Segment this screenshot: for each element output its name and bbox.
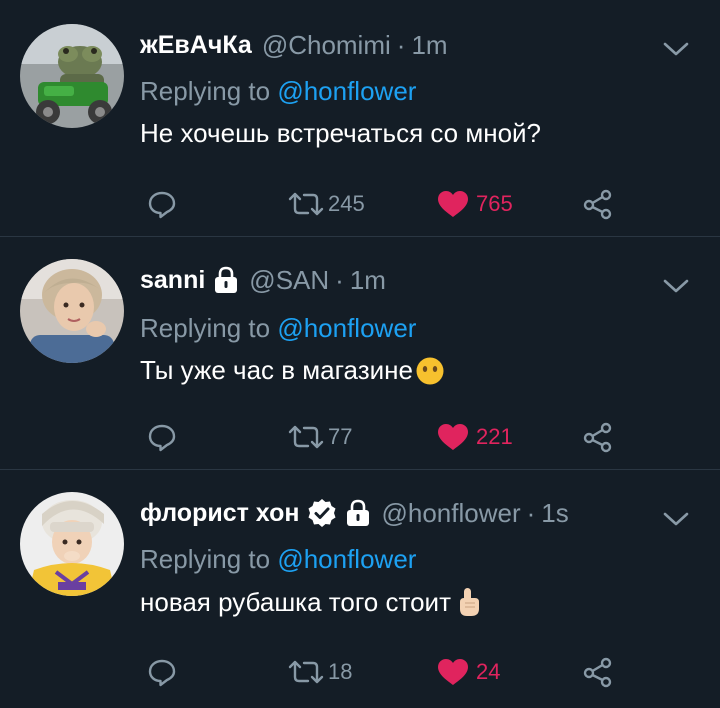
replying-to-label: Replying to (140, 76, 271, 106)
tweet-actions: 245 765 (140, 186, 620, 222)
replying-to-label: Replying to (140, 313, 271, 343)
separator: · (396, 29, 406, 60)
reply-icon (148, 424, 176, 452)
mention-link[interactable]: @honflower (277, 544, 416, 574)
timestamp[interactable]: 1m (350, 265, 386, 296)
lock-icon (345, 499, 371, 527)
verified-badge-icon (307, 498, 337, 528)
retweet-count: 245 (328, 191, 365, 216)
retweet-button[interactable]: 77 (286, 419, 352, 455)
lock-icon (213, 266, 239, 294)
mention-link[interactable]: @honflower (277, 76, 416, 106)
avatar[interactable] (20, 259, 124, 363)
avatar[interactable] (20, 24, 124, 128)
separator: · (526, 497, 536, 528)
reply-button[interactable] (146, 186, 178, 222)
timestamp[interactable]: 1s (541, 498, 568, 529)
index-pointing-up-icon (459, 588, 479, 616)
tweet-text-content: новая рубашка того стоит (140, 586, 451, 617)
replying-to: Replying to @honflower (140, 76, 416, 107)
tweet-header: sanni @SAN · 1m (140, 263, 386, 297)
display-name[interactable]: жЕвАчКа (140, 31, 252, 60)
heart-icon (438, 191, 468, 217)
like-count: 765 (476, 191, 513, 216)
retweet-button[interactable]: 245 (286, 186, 365, 222)
tweet-header: флорист хон @honflower · 1s (140, 496, 569, 530)
handle[interactable]: @Chomimi (262, 30, 391, 61)
tweet[interactable]: жЕвАчКа @Chomimi · 1m Replying to @honfl… (0, 0, 720, 236)
reply-button[interactable] (146, 419, 178, 455)
share-button[interactable] (582, 654, 614, 690)
share-button[interactable] (582, 419, 614, 455)
reply-button[interactable] (146, 654, 178, 690)
share-icon (583, 422, 612, 453)
mention-link[interactable]: @honflower (277, 313, 416, 343)
tweet-text: Не хочешь встречаться со мной? (140, 118, 541, 149)
chevron-down-icon[interactable] (662, 510, 690, 528)
retweet-count: 77 (328, 424, 353, 449)
replying-to: Replying to @honflower (140, 544, 416, 575)
reply-icon (148, 659, 176, 687)
separator: · (335, 264, 344, 295)
avatar[interactable] (20, 492, 124, 596)
retweet-icon (288, 425, 324, 449)
heart-icon (438, 659, 468, 685)
like-count: 24 (476, 659, 501, 684)
display-name[interactable]: sanni (140, 266, 205, 295)
chevron-down-icon[interactable] (662, 277, 690, 295)
replying-to-label: Replying to (140, 544, 271, 574)
heart-icon (438, 424, 468, 450)
share-icon (583, 189, 612, 220)
tweet-text-content: Ты уже час в магазине (140, 355, 413, 385)
handle[interactable]: @honflower (381, 498, 520, 529)
tweet-text: Ты уже час в магазине (140, 355, 445, 386)
tweet[interactable]: sanni @SAN · 1m Replying to @honflower Т… (0, 237, 720, 469)
replying-to: Replying to @honflower (140, 313, 416, 344)
display-name[interactable]: флорист хон (140, 499, 299, 528)
timestamp[interactable]: 1m (411, 30, 447, 61)
face-without-mouth-icon (416, 357, 444, 384)
tweet-actions: 77 221 (140, 419, 620, 455)
handle[interactable]: @SAN (249, 265, 329, 296)
reply-thread: жЕвАчКа @Chomimi · 1m Replying to @honfl… (0, 0, 720, 708)
share-button[interactable] (582, 186, 614, 222)
retweet-count: 18 (328, 659, 353, 684)
like-button[interactable]: 24 (436, 654, 500, 690)
tweet-text: новая рубашка того стоит (140, 586, 483, 618)
tweet-text-content: Не хочешь встречаться со мной? (140, 118, 542, 148)
retweet-icon (288, 192, 324, 216)
tweet[interactable]: флорист хон @honflower · 1s Replying to … (0, 470, 720, 708)
chevron-down-icon[interactable] (662, 40, 690, 58)
retweet-button[interactable]: 18 (286, 654, 352, 690)
tweet-header: жЕвАчКа @Chomimi · 1m (140, 28, 448, 62)
tweet-actions: 18 24 (140, 654, 620, 690)
like-button[interactable]: 221 (436, 419, 513, 455)
like-count: 221 (476, 424, 513, 449)
like-button[interactable]: 765 (436, 186, 513, 222)
retweet-icon (288, 660, 324, 684)
reply-icon (148, 191, 176, 219)
share-icon (583, 657, 612, 688)
